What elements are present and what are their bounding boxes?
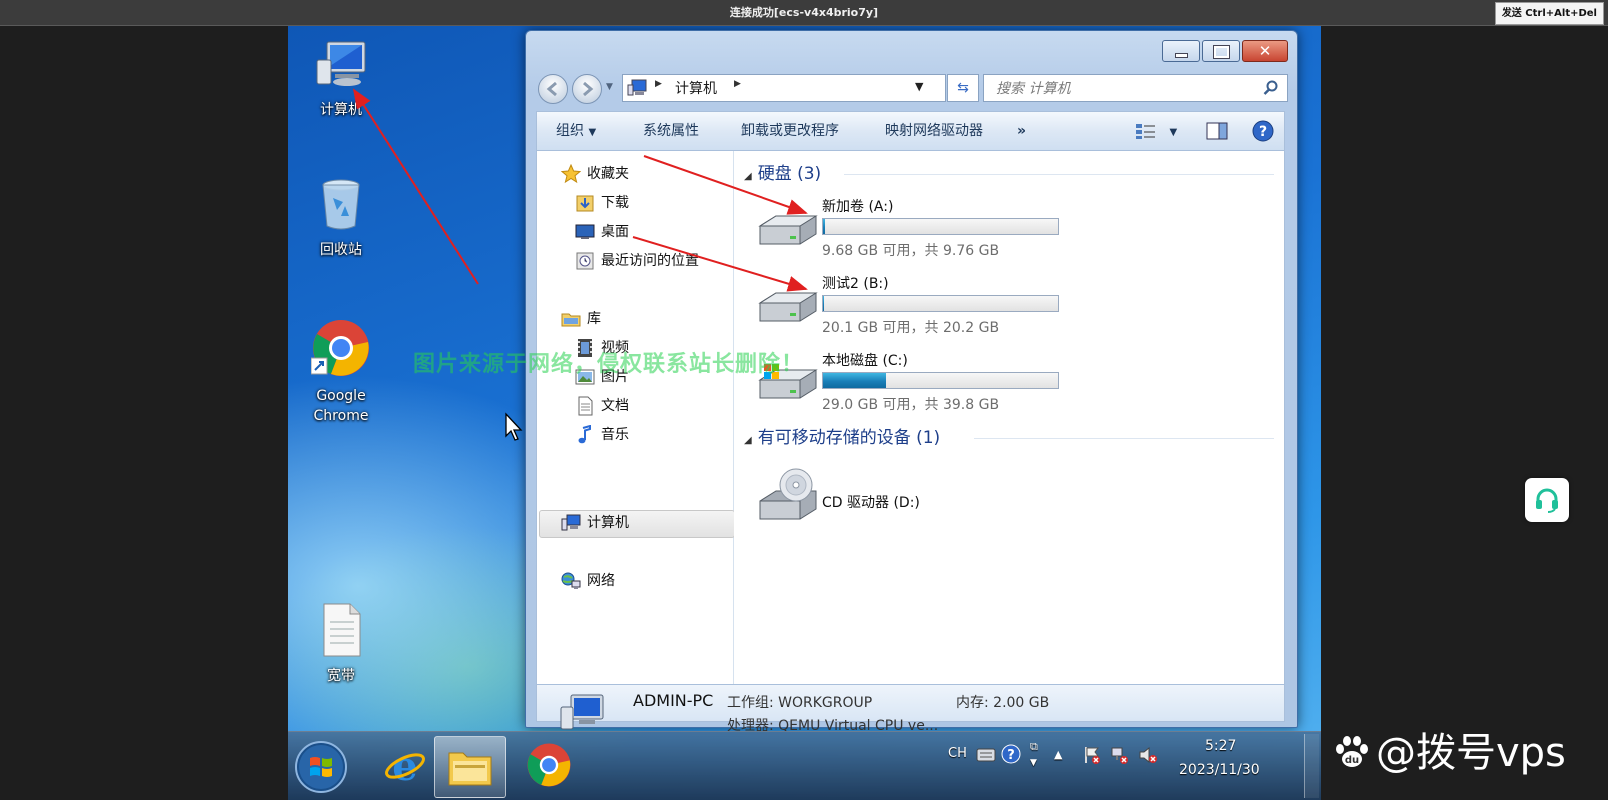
clock-time[interactable]: 5:27 [1205,738,1236,754]
chevron-down-icon[interactable]: ▼ [1030,758,1037,768]
arrow-to-computer-icon [352,88,479,285]
arrow-to-drive-b [632,236,808,292]
chrome-icon [527,743,571,787]
network-status-icon[interactable] [1110,745,1130,765]
internet-explorer-icon: e [385,743,425,790]
customer-support-button[interactable] [1525,478,1569,522]
taskbar-explorer[interactable] [434,736,506,798]
windows-start-orb-icon [295,741,347,793]
help-icon[interactable]: ? [1001,744,1021,764]
start-button[interactable] [292,736,354,796]
svg-text:?: ? [1007,748,1015,763]
remote-desktop: 计算机 回收站 Google Chrome 宽带 ✕ ▼ ▶ 计算机 ▶ ▼ ⇆… [288,26,1321,800]
svg-text:du: du [1345,755,1359,766]
taskbar: e CH ? ⧉ ▼ ▲ 5:27 2023/11/30 [288,731,1321,800]
volume-muted-icon[interactable] [1138,745,1158,765]
remote-session-bar: 连接成功[ecs-v4x4brio7y] 发送 Ctrl+Alt+Del [0,0,1608,26]
keyboard-icon[interactable] [976,748,996,762]
headset-icon [1536,488,1558,513]
annotation-arrows [352,88,808,292]
brand-watermark: du @拨号vps [1332,720,1566,778]
brand-text: @拨号vps [1376,730,1566,776]
watermark-text: 图片来源于网络，侵权联系站长删除！ [413,352,805,377]
send-ctrl-alt-del-button[interactable]: 发送 Ctrl+Alt+Del [1494,2,1604,25]
taskbar-chrome[interactable] [514,736,584,796]
taskbar-internet-explorer[interactable]: e [370,736,440,796]
session-title: 连接成功[ecs-v4x4brio7y] [729,6,879,19]
folder-icon [448,752,492,786]
svg-text:e: e [392,743,417,788]
clock-date[interactable]: 2023/11/30 [1179,762,1260,778]
paw-logo-icon: du [1336,736,1368,767]
show-hidden-icons-icon[interactable]: ▲ [1054,748,1062,761]
mouse-cursor-icon [505,412,523,441]
show-desktop-button[interactable] [1304,734,1319,798]
restore-windows-icon[interactable]: ⧉ [1030,740,1038,754]
action-center-flag-icon[interactable] [1082,745,1102,765]
arrow-to-drive-a [643,155,808,215]
input-language-indicator[interactable]: CH [948,746,967,761]
